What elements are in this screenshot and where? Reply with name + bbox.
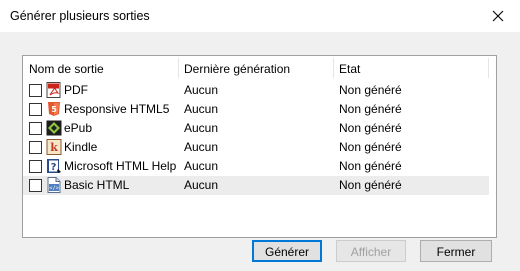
state: Non généré (339, 140, 402, 154)
list-header: Nom de sortie Dernière génération Etat (23, 56, 496, 80)
last-generation: Aucun (184, 83, 219, 97)
list-item[interactable]: ? Microsoft HTML Help Aucun Non généré (23, 157, 489, 176)
output-name: PDF (64, 83, 88, 97)
column-header-state[interactable]: Etat (333, 56, 488, 80)
close-dialog-button[interactable]: Fermer (420, 240, 492, 262)
close-icon (492, 10, 504, 22)
output-name: Kindle (64, 140, 98, 154)
list-item[interactable]: k Kindle Aucun Non généré (23, 138, 489, 157)
svg-text:k: k (50, 141, 58, 154)
close-button[interactable] (476, 0, 520, 32)
output-name: ePub (64, 121, 93, 135)
row-checkbox[interactable] (29, 103, 42, 116)
htmlhelp-icon: ? (47, 159, 61, 173)
state: Non généré (339, 102, 402, 116)
last-generation: Aucun (184, 140, 219, 154)
output-name: Responsive HTML5 (64, 102, 170, 116)
column-header-last-generation[interactable]: Dernière génération (178, 56, 333, 80)
dialog-title: Générer plusieurs sorties (10, 9, 150, 23)
row-checkbox[interactable] (29, 141, 42, 154)
generate-button[interactable]: Générer (252, 240, 322, 262)
list-item[interactable]: 5 Responsive HTML5 Aucun Non généré (23, 100, 489, 119)
pdf-icon (46, 82, 61, 98)
row-checkbox[interactable] (29, 179, 42, 192)
row-checkbox[interactable] (29, 84, 42, 97)
output-name: Basic HTML (64, 178, 130, 192)
list-item[interactable]: PDF Aucun Non généré (23, 81, 489, 100)
last-generation: Aucun (184, 121, 219, 135)
html5-icon: 5 (48, 102, 60, 116)
state: Non généré (339, 178, 402, 192)
column-header-name[interactable]: Nom de sortie (23, 56, 178, 80)
svg-text:5: 5 (51, 105, 57, 114)
basic-html-icon: </> (47, 177, 61, 193)
last-generation: Aucun (184, 159, 219, 173)
column-divider[interactable] (488, 58, 489, 78)
list-item[interactable]: ePub Aucun Non généré (23, 119, 489, 138)
row-checkbox[interactable] (29, 122, 42, 135)
output-name: Microsoft HTML Help (64, 159, 177, 173)
state: Non généré (339, 159, 402, 173)
outputs-list[interactable]: Nom de sortie Dernière génération Etat P… (22, 55, 497, 238)
svg-text:</>: </> (49, 186, 60, 192)
last-generation: Aucun (184, 178, 219, 192)
list-item[interactable]: </> Basic HTML Aucun Non généré (23, 176, 489, 195)
last-generation: Aucun (184, 102, 219, 116)
svg-text:?: ? (51, 162, 57, 173)
state: Non généré (339, 121, 402, 135)
title-bar: Générer plusieurs sorties (0, 0, 520, 32)
row-checkbox[interactable] (29, 160, 42, 173)
epub-icon (46, 120, 62, 136)
kindle-icon: k (46, 139, 62, 155)
state: Non généré (339, 83, 402, 97)
view-button[interactable]: Afficher (336, 240, 406, 262)
